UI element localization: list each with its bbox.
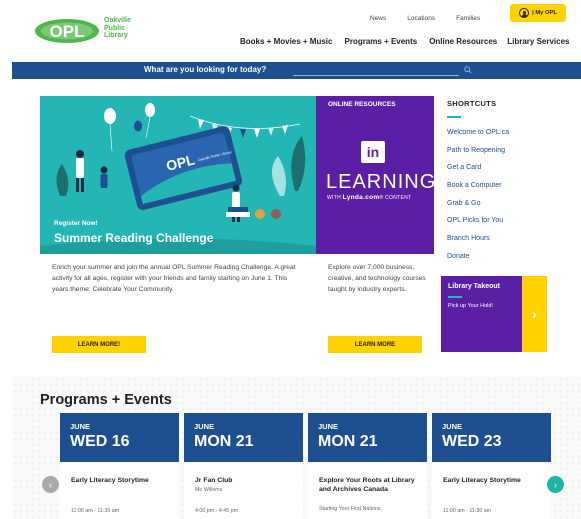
my-opl-button[interactable]: | My OPL: [510, 4, 566, 22]
event-day: WED 16: [70, 433, 130, 450]
event-date-header: JUNE WED 16: [60, 413, 179, 462]
shortcut-branch-hours[interactable]: Branch Hours: [447, 230, 577, 248]
learn-more-summer-button[interactable]: LEARN MORE!: [52, 336, 146, 353]
logo-badge-text: OPL: [50, 22, 85, 41]
util-link-news[interactable]: News: [370, 15, 386, 22]
lynda-learning-banner[interactable]: ONLINE RESOURCES in LEARNING WITH Lynda.…: [316, 96, 437, 254]
search-bar: What are you looking for today?: [12, 62, 581, 79]
event-day: MON 21: [194, 433, 254, 450]
event-month: JUNE: [442, 422, 463, 431]
shortcuts-panel: SHORTCUTS Welcome to OPL.ca Path to Reop…: [447, 99, 577, 266]
event-day: WED 23: [442, 433, 502, 450]
hero-small-caption: Register Now!: [54, 220, 98, 227]
event-title[interactable]: Early Literacy Storytime: [71, 476, 171, 485]
programs-events-title: Programs + Events: [40, 392, 172, 408]
opl-logo[interactable]: OPL Oakville Public Library: [34, 16, 144, 46]
takeout-subtitle: Pick up Your Hold!: [448, 303, 493, 309]
event-title[interactable]: Early Literacy Storytime: [443, 476, 543, 485]
nav-books-movies-music[interactable]: Books + Movies + Music: [240, 37, 332, 46]
logo-line-1: Oakville: [104, 17, 131, 24]
my-opl-label: | My OPL: [532, 10, 557, 16]
shortcut-get-a-card[interactable]: Get a Card: [447, 159, 577, 177]
lynda-sub-prefix: WITH: [327, 195, 343, 201]
linkedin-icon: in: [361, 141, 385, 163]
shortcut-book-a-computer[interactable]: Book a Computer: [447, 177, 577, 195]
nav-programs-events[interactable]: Programs + Events: [344, 37, 417, 46]
takeout-divider: [448, 296, 462, 298]
event-time: 11:00 am - 11:30 am: [443, 508, 492, 514]
shortcut-path-to-reopening[interactable]: Path to Reopening: [447, 142, 577, 160]
summer-reading-banner[interactable]: OPL Oakville Public Library Register Now…: [40, 96, 316, 254]
nav-online-resources[interactable]: Online Resources: [429, 37, 497, 46]
lynda-sub-suffix: ® CONTENT: [379, 195, 412, 201]
event-card[interactable]: JUNE MON 21 Explore Your Roots at Librar…: [308, 413, 427, 519]
logo-wordmark: Oakville Public Library: [104, 17, 131, 40]
logo-line-2: Public: [104, 24, 126, 32]
shortcut-donate[interactable]: Donate: [447, 248, 577, 266]
event-month: JUNE: [70, 422, 91, 431]
user-icon: [519, 8, 530, 18]
carousel-next-chevron-right-icon[interactable]: ›: [547, 476, 564, 493]
nav-library-services[interactable]: Library Services: [507, 37, 569, 46]
shortcut-welcome[interactable]: Welcome to OPL.ca: [447, 124, 577, 142]
event-card[interactable]: JUNE MON 21 Jr Fan Club Mo Willems 4:00 …: [184, 413, 303, 519]
main-nav: Books + Movies + Music Programs + Events…: [240, 37, 569, 46]
event-subtitle: Starting Your First Nations,: [319, 506, 383, 512]
lynda-subline: WITH Lynda.com® CONTENT: [327, 194, 411, 201]
event-date-header: JUNE WED 23: [432, 413, 551, 462]
takeout-title: Library Takeout: [448, 283, 500, 290]
search-label: What are you looking for today?: [144, 65, 267, 74]
opl-logo-badge: OPL: [35, 19, 99, 43]
event-time: 11:00 am - 11:30 am: [71, 508, 120, 514]
event-day: MON 21: [318, 433, 378, 450]
logo-line-3: Library: [104, 32, 128, 39]
event-date-header: JUNE MON 21: [184, 413, 303, 462]
event-month: JUNE: [194, 422, 215, 431]
shortcuts-title: SHORTCUTS: [447, 99, 497, 108]
event-card[interactable]: JUNE WED 23 Early Literacy Storytime 11:…: [432, 413, 551, 519]
lynda-card-title: ONLINE RESOURCES: [328, 101, 396, 108]
util-link-locations[interactable]: Locations: [407, 15, 435, 22]
library-takeout-card[interactable]: Library Takeout Pick up Your Hold!: [441, 276, 522, 352]
event-card[interactable]: JUNE WED 16 Early Literacy Storytime 11:…: [60, 413, 179, 519]
event-time: 4:00 pm - 4:45 pm: [195, 508, 238, 514]
event-title[interactable]: Explore Your Roots at Library and Archiv…: [319, 476, 419, 494]
shortcut-grab-and-go[interactable]: Grab & Go: [447, 195, 577, 213]
shortcut-opl-picks[interactable]: OPL Picks for You: [447, 212, 577, 230]
util-link-families[interactable]: Families: [456, 15, 480, 22]
learn-more-lynda-button[interactable]: LEARN MORE: [328, 336, 422, 353]
lynda-sub-brand: Lynda.com: [342, 194, 380, 201]
event-date-header: JUNE MON 21: [308, 413, 427, 462]
lynda-description: Explore over 7,000 business, creative, a…: [328, 264, 426, 293]
site-header: OPL Oakville Public Library News Locatio…: [0, 0, 581, 58]
event-title[interactable]: Jr Fan Club: [195, 476, 295, 485]
carousel-prev-chevron-left-icon[interactable]: ‹: [42, 476, 59, 493]
hero-description: Enrich your summer and join the annual O…: [52, 264, 296, 293]
takeout-chevron-right-icon[interactable]: ›: [522, 276, 547, 352]
lynda-learning-wordmark: LEARNING: [326, 171, 437, 193]
search-input[interactable]: [293, 75, 459, 76]
event-month: JUNE: [318, 422, 339, 431]
hero-title[interactable]: Summer Reading Challenge: [54, 231, 213, 245]
event-subtitle: Mo Willems: [195, 487, 223, 493]
shortcuts-divider: [447, 116, 461, 118]
search-icon[interactable]: [464, 66, 472, 74]
